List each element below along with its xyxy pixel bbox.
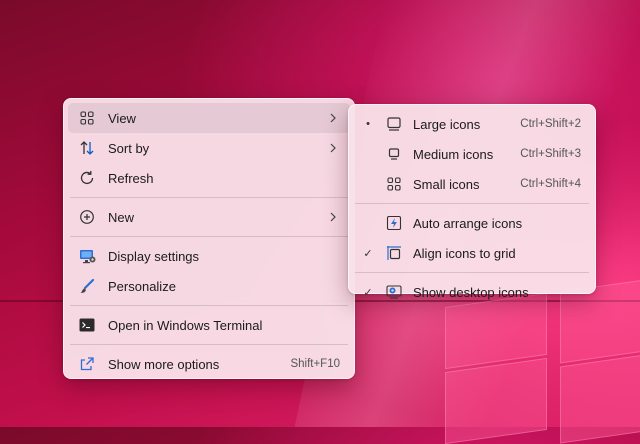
wallpaper-logo-pane: [445, 357, 547, 444]
shortcut-label: Ctrl+Shift+3: [520, 148, 581, 160]
menu-item-view[interactable]: View: [68, 103, 350, 133]
show-desktop-icon: [385, 283, 403, 301]
wallpaper-logo-pane: [560, 353, 640, 444]
display-icon: [78, 247, 96, 265]
menu-item-new[interactable]: New: [68, 202, 350, 232]
desktop-context-menu: View Sort by Refresh New Display setting…: [63, 98, 355, 379]
selected-bullet: •: [366, 118, 370, 130]
shortcut-label: Shift+F10: [290, 358, 340, 370]
submenu-item-label: Auto arrange icons: [413, 215, 523, 231]
sort-arrows-icon: [78, 139, 96, 157]
menu-item-label: Open in Windows Terminal: [108, 317, 263, 333]
menu-item-display-settings[interactable]: Display settings: [68, 241, 350, 271]
shortcut-label: Ctrl+Shift+2: [520, 118, 581, 130]
auto-arrange-icon: [385, 214, 403, 232]
submenu-item-label: Large icons: [413, 116, 481, 132]
plus-circle-icon: [78, 208, 96, 226]
menu-separator: [70, 344, 348, 345]
shortcut-label: Ctrl+Shift+4: [520, 178, 581, 190]
menu-item-label: Personalize: [108, 278, 176, 294]
menu-item-personalize[interactable]: Personalize: [68, 271, 350, 301]
menu-item-refresh[interactable]: Refresh: [68, 163, 350, 193]
menu-item-label: Show more options: [108, 356, 220, 372]
submenu-item-label: Medium icons: [413, 146, 494, 162]
submenu-item-small-icons[interactable]: Small icons Ctrl+Shift+4: [353, 169, 591, 199]
menu-item-label: New: [108, 209, 135, 225]
menu-separator: [70, 197, 348, 198]
menu-item-open-terminal[interactable]: Open in Windows Terminal: [68, 310, 350, 340]
view-submenu: • Large icons Ctrl+Shift+2 Medium icons …: [348, 104, 596, 300]
submenu-item-show-desktop-icons[interactable]: ✓ Show desktop icons: [353, 277, 591, 307]
small-icons-icon: [385, 175, 403, 193]
chevron-right-icon: [328, 113, 338, 123]
share-out-icon: [78, 355, 96, 373]
brush-icon: [78, 277, 96, 295]
menu-item-label: View: [108, 110, 136, 126]
large-icons-icon: [385, 115, 403, 133]
menu-separator: [355, 272, 589, 273]
menu-separator: [355, 203, 589, 204]
menu-separator: [70, 236, 348, 237]
terminal-icon: [78, 316, 96, 334]
menu-item-label: Display settings: [108, 248, 200, 264]
submenu-item-large-icons[interactable]: • Large icons Ctrl+Shift+2: [353, 109, 591, 139]
menu-item-show-more-options[interactable]: Show more options Shift+F10: [68, 349, 350, 379]
submenu-item-align-to-grid[interactable]: ✓ Align icons to grid: [353, 238, 591, 268]
submenu-item-label: Small icons: [413, 176, 480, 192]
submenu-item-label: Show desktop icons: [413, 284, 529, 300]
menu-item-label: Refresh: [108, 170, 154, 186]
chevron-right-icon: [328, 212, 338, 222]
grid-icon: [78, 109, 96, 127]
menu-separator: [70, 305, 348, 306]
submenu-item-medium-icons[interactable]: Medium icons Ctrl+Shift+3: [353, 139, 591, 169]
check-mark: ✓: [363, 247, 373, 260]
menu-item-label: Sort by: [108, 140, 150, 156]
medium-icons-icon: [385, 145, 403, 163]
align-grid-icon: [385, 244, 403, 262]
menu-item-sort-by[interactable]: Sort by: [68, 133, 350, 163]
refresh-icon: [78, 169, 96, 187]
check-mark: ✓: [363, 286, 373, 299]
submenu-item-label: Align icons to grid: [413, 245, 516, 261]
submenu-item-auto-arrange[interactable]: Auto arrange icons: [353, 208, 591, 238]
chevron-right-icon: [328, 143, 338, 153]
